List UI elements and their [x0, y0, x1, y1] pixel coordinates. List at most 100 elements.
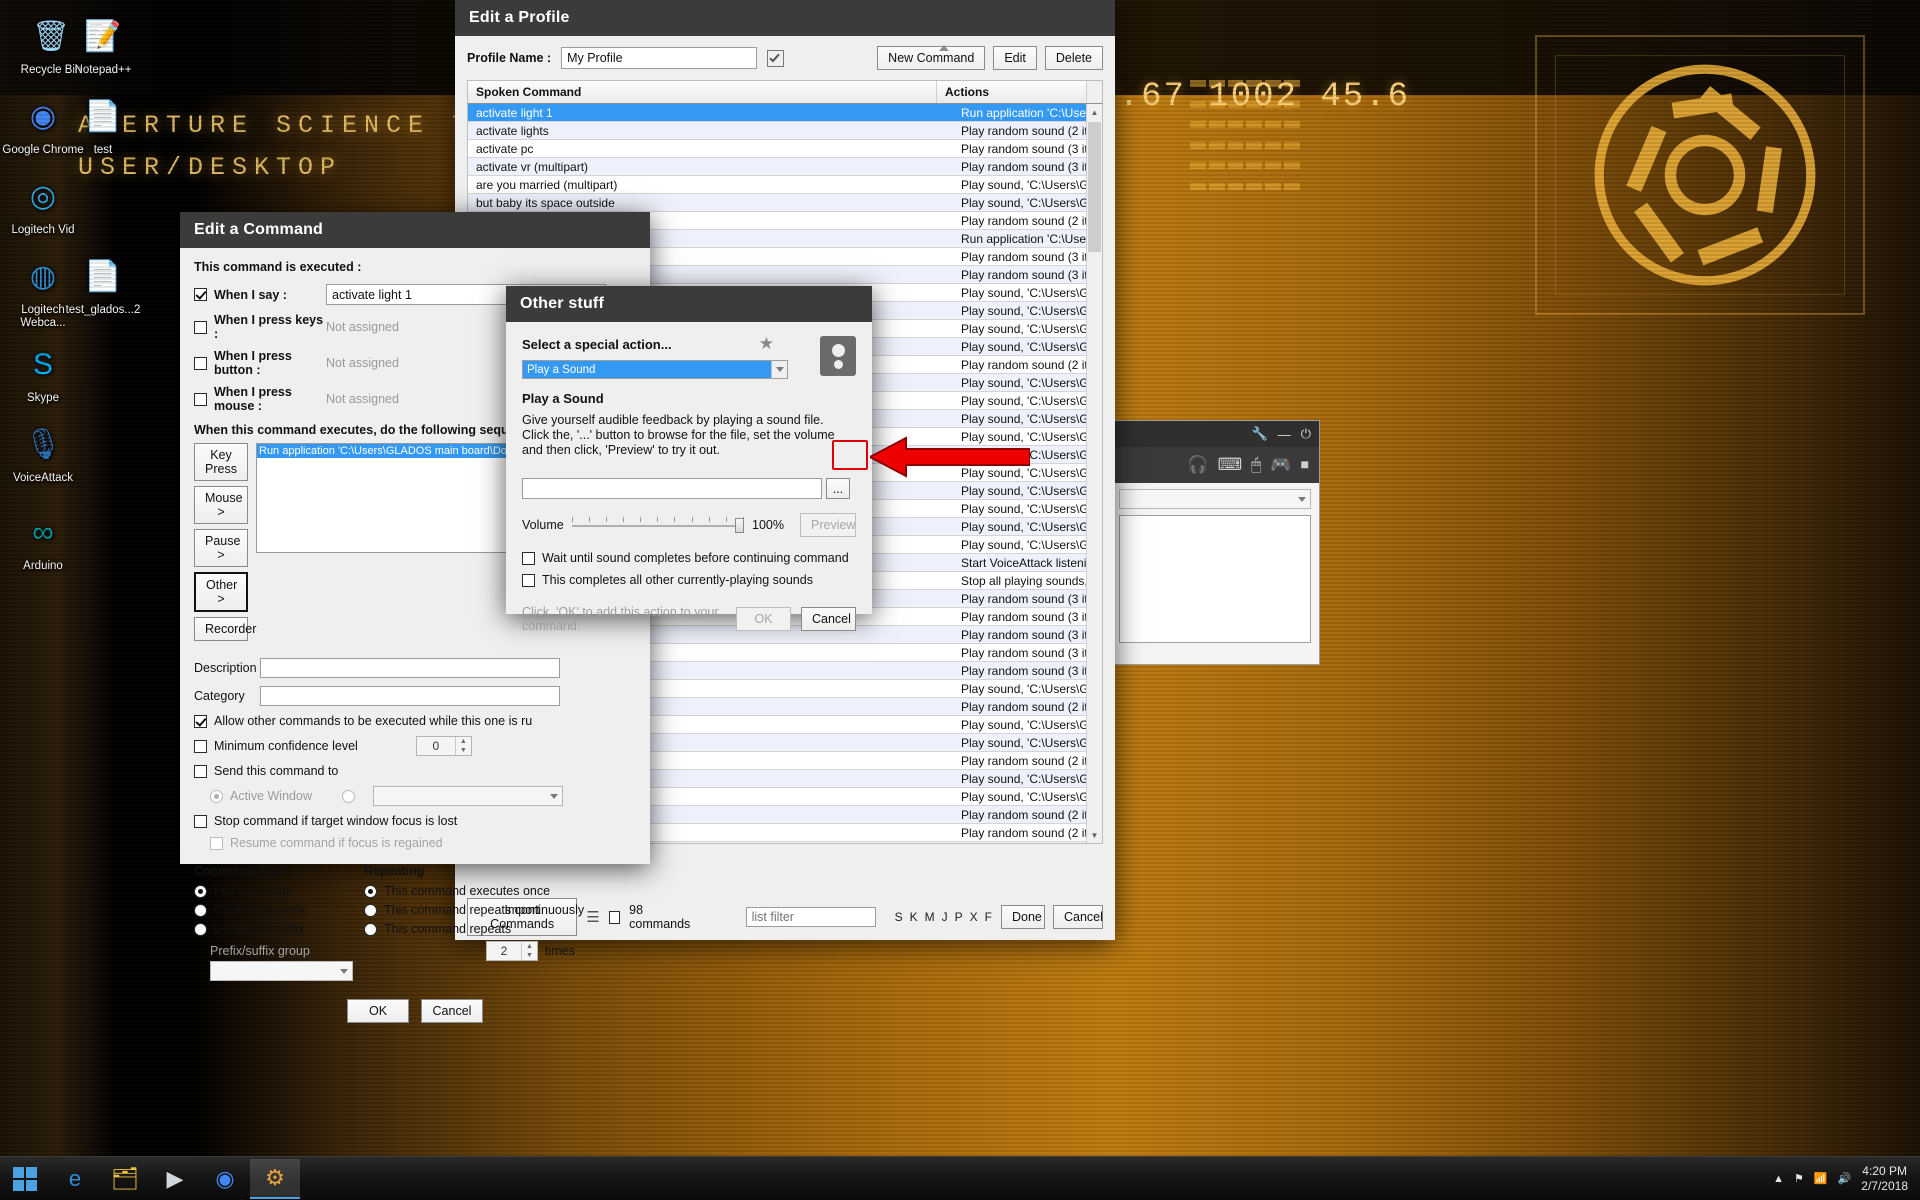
- volume-slider[interactable]: [572, 517, 744, 533]
- letter-filter-J[interactable]: J: [942, 910, 948, 924]
- mouse-icon[interactable]: 🖱: [1251, 455, 1261, 475]
- sequence-button-keypress[interactable]: Key Press: [194, 443, 248, 481]
- command-ok-button[interactable]: OK: [347, 999, 409, 1023]
- sound-file-input[interactable]: [522, 478, 822, 499]
- headset-icon[interactable]: 🎧: [1187, 455, 1208, 475]
- category-input[interactable]: [260, 686, 560, 706]
- browse-file-button[interactable]: ...: [826, 478, 850, 499]
- preview-button[interactable]: Preview: [800, 513, 856, 537]
- minimize-icon[interactable]: —: [1278, 427, 1291, 442]
- tray-volume-icon[interactable]: 🔊: [1838, 1172, 1852, 1185]
- new-command-button[interactable]: New Command: [877, 46, 985, 70]
- taskbar-ie[interactable]: e: [50, 1159, 100, 1199]
- tray-network-icon[interactable]: 📶: [1814, 1172, 1828, 1185]
- scrollbar-thumb[interactable]: [1088, 122, 1101, 252]
- active-window-radio[interactable]: [210, 790, 223, 803]
- command-type-radio[interactable]: [194, 885, 207, 898]
- repeating-option-radio[interactable]: [364, 923, 377, 936]
- delete-command-button[interactable]: Delete: [1045, 46, 1103, 70]
- list-filter-input[interactable]: [746, 907, 876, 927]
- voiceattack-profile-select[interactable]: [1119, 489, 1311, 509]
- repeating-option-row[interactable]: This command executes once: [364, 884, 636, 898]
- repeating-option-row[interactable]: This command repeats: [364, 922, 636, 936]
- desktop-icon-test-shortcut[interactable]: 📄test: [60, 92, 146, 157]
- taskbar-chrome[interactable]: ◉: [200, 1159, 250, 1199]
- scroll-up-icon[interactable]: ▲: [1087, 104, 1102, 120]
- trigger-checkbox[interactable]: [194, 321, 207, 334]
- checkbox-checked-icon[interactable]: [767, 50, 784, 67]
- power-icon[interactable]: ⏻: [1301, 426, 1311, 442]
- letter-filter-X[interactable]: X: [970, 910, 978, 924]
- taskbar-media-player[interactable]: ▶: [150, 1159, 200, 1199]
- profile-cancel-button[interactable]: Cancel: [1053, 905, 1103, 929]
- wait-until-complete-checkbox[interactable]: [522, 552, 535, 565]
- tray-expand-icon[interactable]: ▲: [1773, 1173, 1784, 1185]
- command-list-scrollbar[interactable]: ▲ ▼: [1086, 104, 1102, 843]
- minimum-confidence-checkbox[interactable]: [194, 740, 207, 753]
- trigger-checkbox[interactable]: [194, 288, 207, 301]
- windows-taskbar[interactable]: e🗂▶◉⚙ ▲ ⚑ 📶 🔊 4:20 PM 2/7/2018: [0, 1156, 1920, 1200]
- keyboard-icon[interactable]: ⌨: [1218, 455, 1243, 475]
- repeat-times-stepper[interactable]: 2 ▲▼: [486, 941, 538, 961]
- table-row[interactable]: activate pcPlay random sound (3 items...: [468, 140, 1102, 158]
- sequence-button-mouse[interactable]: Mouse >: [194, 486, 248, 524]
- letter-filter-F[interactable]: F: [985, 910, 992, 924]
- stop-on-focus-lost-checkbox[interactable]: [194, 815, 207, 828]
- desktop-icon-skype[interactable]: SSkype: [0, 340, 86, 405]
- trigger-checkbox[interactable]: [194, 393, 207, 406]
- repeating-option-radio[interactable]: [364, 885, 377, 898]
- command-type-row[interactable]: Command prefix: [194, 903, 364, 917]
- other-stuff-dialog[interactable]: Other stuff Select a special action... ★…: [506, 286, 872, 614]
- letter-filter-row[interactable]: SKMJPXF: [895, 910, 992, 924]
- command-type-radio[interactable]: [194, 904, 207, 917]
- special-action-select[interactable]: Play a Sound: [522, 360, 788, 379]
- letter-filter-P[interactable]: P: [955, 910, 963, 924]
- table-row[interactable]: activate light 1Run application 'C:\User…: [468, 104, 1102, 122]
- repeating-option-row[interactable]: This command repeats continuously: [364, 903, 636, 917]
- repeating-option-radio[interactable]: [364, 904, 377, 917]
- letter-filter-M[interactable]: M: [925, 910, 935, 924]
- completes-other-sounds-checkbox[interactable]: [522, 574, 535, 587]
- desktop-icon-logitech-vid[interactable]: ◎Logitech Vid: [0, 172, 86, 237]
- column-header-spoken[interactable]: Spoken Command: [468, 81, 936, 103]
- minimum-confidence-stepper[interactable]: 0 ▲▼: [416, 736, 472, 756]
- prefix-suffix-group-select[interactable]: [210, 961, 353, 981]
- table-row[interactable]: are you married (multipart)Play sound, '…: [468, 176, 1102, 194]
- command-type-radio[interactable]: [194, 923, 207, 936]
- sequence-button-pause[interactable]: Pause >: [194, 529, 248, 567]
- command-type-row[interactable]: Full command: [194, 884, 364, 898]
- edit-command-button[interactable]: Edit: [993, 46, 1037, 70]
- letter-filter-K[interactable]: K: [910, 910, 918, 924]
- table-row[interactable]: but baby its space outsidePlay sound, 'C…: [468, 194, 1102, 212]
- allow-other-commands-checkbox[interactable]: [194, 715, 207, 728]
- trigger-checkbox[interactable]: [194, 357, 207, 370]
- start-button[interactable]: [0, 1157, 50, 1200]
- target-window-select[interactable]: [373, 786, 563, 806]
- table-row[interactable]: activate lightsPlay random sound (2 item…: [468, 122, 1102, 140]
- target-window-radio[interactable]: [342, 790, 355, 803]
- volume-slider-knob[interactable]: [735, 518, 744, 533]
- profile-name-input[interactable]: [561, 47, 757, 69]
- letter-filter-S[interactable]: S: [895, 910, 903, 924]
- description-input[interactable]: [260, 658, 560, 678]
- desktop-icon-voiceattack[interactable]: 🎙VoiceAttack: [0, 420, 86, 485]
- voiceattack-main-window[interactable]: 🔧 — ⏻ 🎧 ⌨ 🖱 🎮 ⏹: [1110, 420, 1320, 665]
- tray-flag-icon[interactable]: ⚑: [1794, 1172, 1804, 1185]
- repeat-down-icon[interactable]: ▼: [522, 951, 537, 960]
- command-cancel-button[interactable]: Cancel: [421, 999, 483, 1023]
- wrench-icon[interactable]: 🔧: [1252, 426, 1268, 442]
- desktop-icon-test-glados-2[interactable]: 📄test_glados...2: [60, 252, 146, 317]
- table-row[interactable]: activate vr (multipart)Play random sound…: [468, 158, 1102, 176]
- sequence-button-other[interactable]: Other >: [194, 572, 248, 612]
- column-header-actions[interactable]: Actions: [936, 81, 1086, 103]
- taskbar-clock[interactable]: 4:20 PM 2/7/2018: [1861, 1164, 1908, 1194]
- desktop-icon-notepadpp[interactable]: 📝Notepad++: [60, 12, 146, 77]
- repeat-up-icon[interactable]: ▲: [522, 942, 537, 951]
- resume-on-focus-checkbox[interactable]: [210, 837, 223, 850]
- send-command-to-checkbox[interactable]: [194, 765, 207, 778]
- other-cancel-button[interactable]: Cancel: [801, 607, 856, 631]
- taskbar-voiceattack[interactable]: ⚙: [250, 1159, 300, 1199]
- stepper-down-icon[interactable]: ▼: [456, 746, 471, 755]
- favorite-star-icon[interactable]: ★: [759, 334, 774, 354]
- desktop-icon-arduino[interactable]: ∞Arduino: [0, 508, 86, 573]
